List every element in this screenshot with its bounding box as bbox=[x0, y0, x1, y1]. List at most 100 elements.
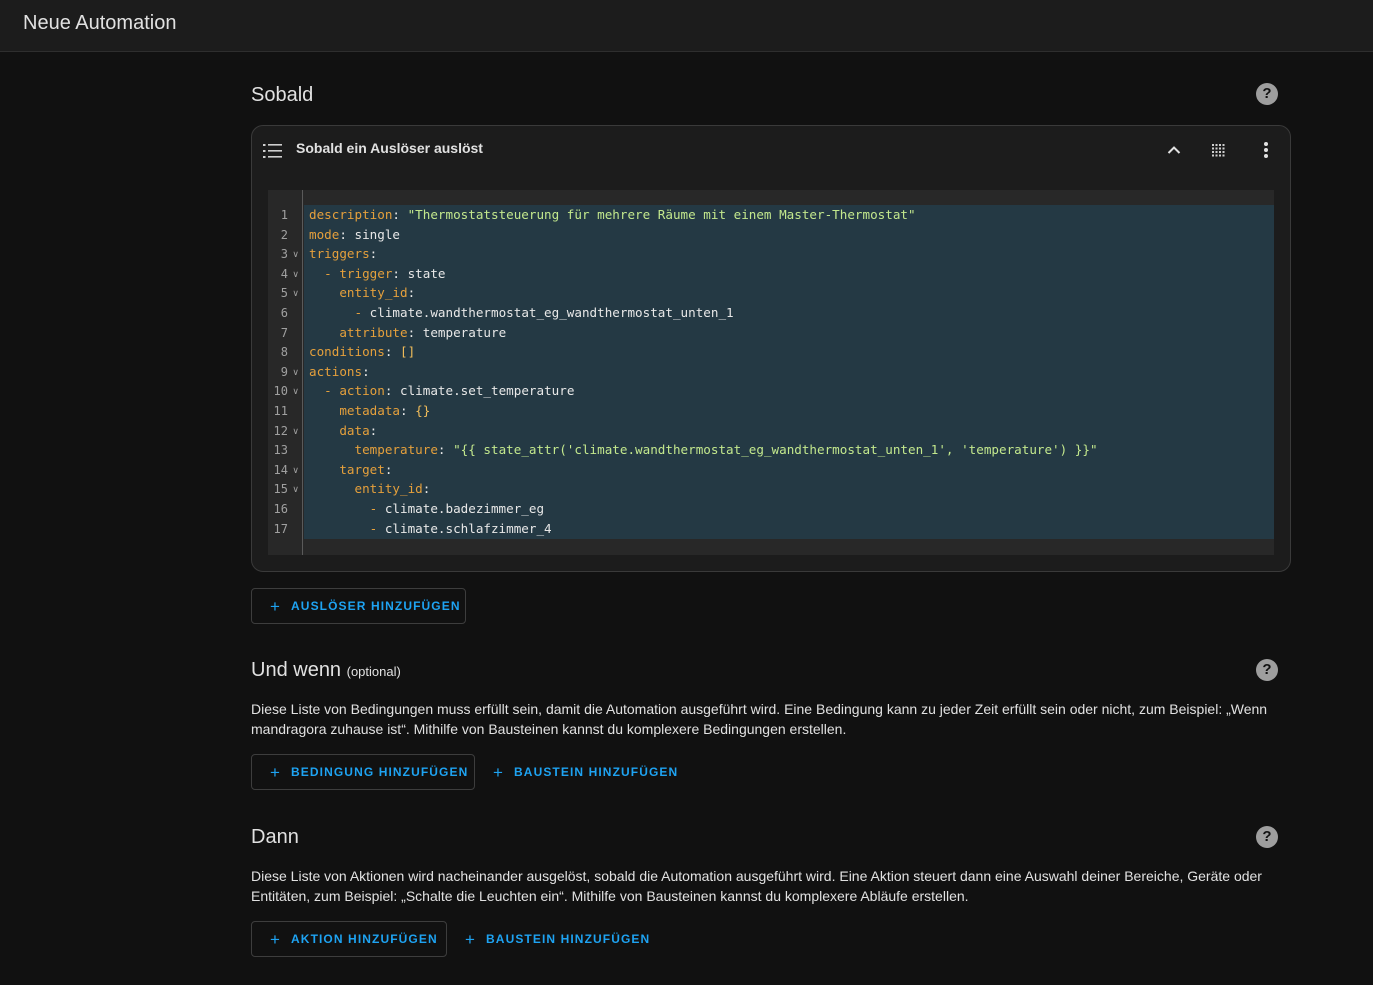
code-line: metadata: {} bbox=[309, 401, 430, 421]
add-condition-button[interactable]: + BEDINGUNG HINZUFÜGEN bbox=[251, 754, 475, 790]
fold-chevron-icon[interactable]: ∨ bbox=[292, 368, 299, 378]
selection-highlight bbox=[304, 224, 1274, 245]
line-number: 9 bbox=[280, 364, 288, 379]
add-condition-block-label: BAUSTEIN HINZUFÜGEN bbox=[514, 765, 679, 779]
fold-chevron-icon[interactable]: ∨ bbox=[292, 485, 299, 495]
code-token: : bbox=[422, 481, 431, 497]
code-line: actions: bbox=[309, 362, 370, 382]
code-token: : bbox=[369, 246, 378, 262]
help-icon[interactable]: ? bbox=[1256, 826, 1278, 848]
code-line: description: "Thermostatsteuerung für me… bbox=[309, 205, 916, 225]
line-number: 12 bbox=[273, 423, 288, 438]
code-token: entity_id bbox=[309, 481, 423, 497]
code-token: : bbox=[362, 363, 370, 379]
selection-highlight bbox=[304, 342, 1274, 363]
line-number: 15 bbox=[273, 482, 288, 497]
code-token: "{{ state_attr('climate.wandthermostat_e… bbox=[453, 442, 1098, 458]
code-token: triggers bbox=[309, 246, 370, 262]
conditions-title-text: Und wenn bbox=[251, 659, 342, 681]
code-token: data bbox=[309, 422, 370, 438]
code-token: description bbox=[309, 207, 393, 222]
code-token: target bbox=[309, 461, 385, 477]
code-token: - bbox=[309, 305, 370, 320]
code-line: entity_id: bbox=[309, 283, 415, 303]
top-app-bar: Neue Automation bbox=[0, 0, 1373, 52]
code-token: : state bbox=[392, 265, 446, 281]
code-token: - bbox=[309, 383, 340, 399]
code-token: mode bbox=[309, 226, 340, 242]
code-line: attribute: temperature bbox=[309, 323, 506, 343]
line-number: 2 bbox=[280, 227, 288, 242]
code-token: conditions bbox=[309, 344, 385, 360]
code-token: - bbox=[309, 501, 385, 516]
add-action-button[interactable]: + AKTION HINZUFÜGEN bbox=[251, 921, 447, 957]
code-line: conditions: [] bbox=[309, 342, 415, 362]
chevron-up-icon[interactable] bbox=[1162, 138, 1186, 162]
list-icon bbox=[263, 142, 283, 165]
line-number: 4 bbox=[280, 266, 288, 281]
code-token: : bbox=[407, 285, 416, 301]
code-token: : bbox=[437, 442, 454, 458]
selection-highlight bbox=[304, 361, 1274, 382]
fold-chevron-icon[interactable]: ∨ bbox=[292, 427, 299, 437]
add-trigger-label: AUSLÖSER HINZUFÜGEN bbox=[291, 599, 461, 613]
code-token: action bbox=[339, 383, 385, 399]
code-token: : bbox=[400, 403, 416, 418]
line-number: 11 bbox=[273, 404, 288, 418]
help-icon[interactable]: ? bbox=[1256, 659, 1278, 681]
line-number: 7 bbox=[280, 325, 288, 340]
fold-chevron-icon[interactable]: ∨ bbox=[292, 466, 299, 476]
add-condition-label: BEDINGUNG HINZUFÜGEN bbox=[291, 765, 469, 779]
code-token: temperature bbox=[309, 442, 438, 458]
add-trigger-button[interactable]: + AUSLÖSER HINZUFÜGEN bbox=[251, 588, 466, 624]
add-action-block-label: BAUSTEIN HINZUFÜGEN bbox=[486, 932, 651, 946]
line-number: 8 bbox=[280, 345, 288, 360]
code-line: temperature: "{{ state_attr('climate.wan… bbox=[309, 440, 1098, 460]
plus-icon: + bbox=[270, 929, 282, 949]
line-number: 17 bbox=[273, 521, 288, 536]
code-line: data: bbox=[309, 421, 377, 441]
line-number: 3 bbox=[280, 247, 288, 262]
code-token: trigger bbox=[339, 265, 393, 281]
line-number: 10 bbox=[273, 384, 288, 399]
code-token: : bbox=[384, 461, 393, 477]
line-number: 6 bbox=[280, 306, 288, 320]
drag-handle-icon[interactable] bbox=[1206, 138, 1230, 162]
editor-gutter: 1 2 3 ∨ 4 ∨ 5 ∨ 6 7 8 9 ∨ 10 ∨ 11 12 ∨ 13 14 ∨ 15 ∨ 16 17 bbox=[268, 190, 303, 555]
fold-chevron-icon[interactable]: ∨ bbox=[292, 250, 299, 260]
fold-chevron-icon[interactable]: ∨ bbox=[292, 270, 299, 280]
code-line: mode: single bbox=[309, 225, 400, 245]
plus-icon: + bbox=[270, 762, 282, 782]
code-line: triggers: bbox=[309, 244, 377, 264]
more-vertical-icon[interactable] bbox=[1254, 138, 1278, 162]
code-token: actions bbox=[309, 363, 363, 379]
code-token: climate.schlafzimmer_4 bbox=[384, 520, 552, 536]
code-token: attribute bbox=[309, 324, 408, 340]
code-token: metadata bbox=[309, 403, 400, 418]
code-token: {} bbox=[415, 403, 431, 418]
line-number: 5 bbox=[280, 286, 288, 301]
code-token: [] bbox=[400, 344, 416, 360]
trigger-card-title: Sobald ein Auslöser auslöst bbox=[296, 140, 483, 156]
add-action-block-button[interactable]: + BAUSTEIN HINZUFÜGEN bbox=[465, 921, 650, 957]
code-line: - climate.wandthermostat_eg_wandthermost… bbox=[309, 303, 733, 323]
code-token: : bbox=[392, 207, 408, 222]
code-token: : single bbox=[339, 226, 401, 242]
line-number: 13 bbox=[273, 443, 288, 458]
code-line: - climate.badezimmer_eg bbox=[309, 499, 544, 519]
code-line: entity_id: bbox=[309, 479, 430, 499]
add-condition-block-button[interactable]: + BAUSTEIN HINZUFÜGEN bbox=[493, 754, 678, 790]
yaml-code-editor[interactable]: 1 2 3 ∨ 4 ∨ 5 ∨ 6 7 8 9 ∨ 10 ∨ 11 12 ∨ 13 14 ∨ 15 ∨ 16 17 descri… bbox=[268, 190, 1274, 555]
code-line: - trigger: state bbox=[309, 264, 446, 284]
selection-highlight bbox=[304, 401, 1274, 421]
fold-chevron-icon[interactable]: ∨ bbox=[292, 289, 299, 299]
code-token: : bbox=[384, 344, 400, 360]
selection-highlight bbox=[304, 244, 1274, 265]
plus-icon: + bbox=[493, 762, 505, 782]
line-number: 14 bbox=[273, 462, 288, 477]
code-token: climate.badezimmer_eg bbox=[384, 501, 545, 516]
help-icon[interactable]: ? bbox=[1256, 83, 1278, 105]
code-line: target: bbox=[309, 460, 392, 480]
add-action-label: AKTION HINZUFÜGEN bbox=[291, 932, 438, 946]
fold-chevron-icon[interactable]: ∨ bbox=[292, 387, 299, 397]
